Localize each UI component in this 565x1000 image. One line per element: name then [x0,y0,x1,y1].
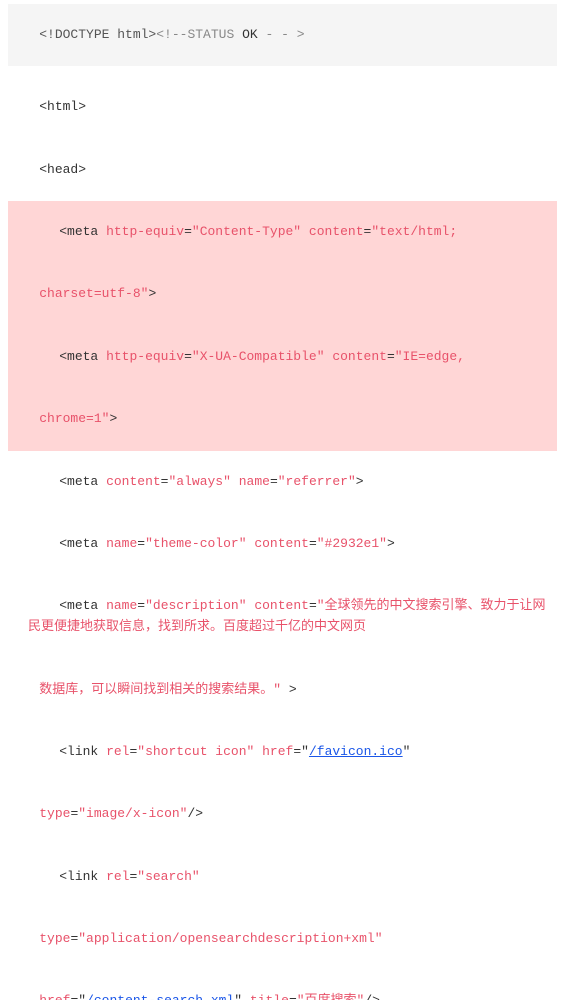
line-meta-ua-compat: <meta http-equiv="X-UA-Compatible" conte… [8,326,557,388]
line-link-search: <link rel="search" [8,846,557,908]
code-viewer: <!DOCTYPE html><!--STATUS OK - - > <html… [0,0,565,1000]
line-link-search-3: href="/content-search.xml" title="百度搜索"/… [8,971,557,1000]
line-meta-referrer: <meta content="always" name="referrer"> [8,451,557,513]
line-meta-theme-color: <meta name="theme-color" content="#2932e… [8,513,557,575]
line-html-open: <html> [8,76,557,138]
line-doctype: <!DOCTYPE html><!--STATUS OK - - > [8,4,557,66]
head-tag: <head> [39,162,86,177]
line-meta-content-type-2: charset=utf-8"> [8,264,557,326]
html-tag: <html> [39,99,86,114]
line-meta-ua-compat-2: chrome=1"> [8,388,557,450]
line-meta-content-type: <meta http-equiv="Content-Type" content=… [8,201,557,263]
line-link-icon-2: type="image/x-icon"/> [8,783,557,845]
line-link-icon: <link rel="shortcut icon" href="/favicon… [8,721,557,783]
line-head-open: <head> [8,139,557,201]
status-ok: OK [242,27,258,42]
line-meta-description-2: 数据库，可以瞬间找到相关的搜索结果。" > [8,659,557,721]
status-comment: <!--STATUS [156,27,242,42]
line-meta-description: <meta name="description" content="全球领先的中… [8,576,557,659]
line-link-search-2: type="application/opensearchdescription+… [8,908,557,970]
doctype-text: <!DOCTYPE html> [39,27,156,42]
comment-arrows: - - > [258,27,305,42]
blank-line-1 [8,66,557,76]
